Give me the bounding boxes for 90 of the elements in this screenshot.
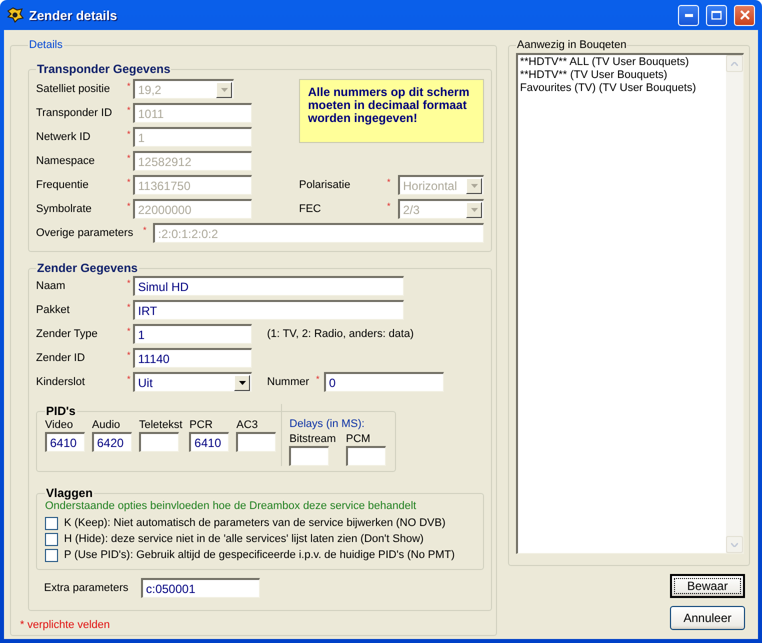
group-title: Transponder Gegevens — [36, 62, 172, 76]
group-title: Vlaggen — [45, 486, 94, 500]
caret-icon — [470, 208, 478, 212]
input-field[interactable]: 6420 — [92, 432, 132, 452]
list-item[interactable]: **HDTV** ALL (TV User Bouquets) — [520, 56, 724, 69]
checkbox-label: H (Hide): deze service niet in de 'alle services' lijst laten zien (Don't Show) — [64, 533, 424, 545]
close-button[interactable] — [734, 4, 755, 26]
field-label: Naam — [36, 279, 66, 293]
required-mark: * — [127, 350, 132, 360]
field-label: Zender ID — [36, 351, 86, 365]
scroll-up-icon — [731, 62, 738, 66]
window-title: Zender details — [29, 8, 118, 22]
field-label: FEC — [299, 202, 322, 216]
maximize-button[interactable] — [706, 4, 727, 26]
field-label: Netwerk ID — [36, 130, 92, 144]
input-field[interactable]: 6410 — [45, 432, 85, 452]
info-note: Alle nummers op dit scherm moeten in decimaal formaat worden ingegeven! — [299, 79, 484, 143]
field-label: Namespace — [36, 154, 96, 168]
hint-text: (1: TV, 2: Radio, anders: data) — [267, 328, 415, 340]
save-button[interactable]: Bewaar — [670, 574, 745, 598]
checkbox-label: P (Use PID's): Gebruik altijd de gespecificeerde i.p.v. de huidige PID's (No PMT) — [64, 549, 455, 561]
field-label: Kinderslot — [36, 375, 86, 389]
required-mark: * — [127, 81, 132, 91]
minimize-icon — [684, 14, 692, 16]
field-label: Bitstream — [289, 432, 336, 446]
checkbox[interactable] — [45, 516, 58, 530]
caret-icon — [220, 88, 228, 92]
scroll-down-icon — [731, 542, 738, 546]
checkbox[interactable] — [45, 548, 58, 562]
field-label: PCM — [346, 432, 372, 446]
app-icon — [6, 7, 24, 23]
required-mark: * — [387, 177, 392, 187]
required-mark: * — [143, 225, 148, 235]
input-field[interactable] — [289, 446, 330, 466]
field-label: AC3 — [236, 418, 259, 432]
required-mark: * — [387, 201, 392, 211]
group-title: Zender Gegevens — [36, 261, 139, 275]
list-item[interactable]: **HDTV** (TV User Bouquets) — [520, 69, 724, 82]
required-mark: * — [127, 153, 132, 163]
info-text: Onderstaande opties beinvloeden hoe de Dreambox deze service behandelt — [45, 500, 418, 512]
field-label: Transponder ID — [36, 106, 114, 120]
field-label: Polarisatie — [299, 178, 352, 192]
caret-icon — [470, 184, 478, 188]
field-label: Satelliet positie — [36, 82, 111, 96]
field-label: Zender Type — [36, 327, 99, 341]
input-field[interactable]: IRT — [133, 300, 404, 320]
list-item[interactable]: Favourites (TV) (TV User Bouquets) — [520, 82, 724, 95]
scrollbar[interactable] — [726, 55, 743, 553]
field-label: Extra parameters — [44, 581, 130, 595]
required-mark: * — [127, 326, 132, 336]
required-mark: * — [127, 177, 132, 187]
required-mark: * — [127, 374, 132, 384]
group-title: Aanwezig in Bouqeten — [516, 39, 628, 51]
required-mark: * — [127, 278, 132, 288]
field-label: Overige parameters — [36, 226, 134, 240]
input-field[interactable]: Simul HD — [133, 276, 404, 296]
input-field[interactable]: 1 — [133, 324, 252, 344]
field-label: Audio — [92, 418, 122, 432]
input-field[interactable] — [346, 446, 386, 466]
section-label: Delays (in MS): — [289, 418, 366, 432]
close-icon — [740, 10, 750, 20]
bouquet-list[interactable]: **HDTV** ALL (TV User Bouquets) **HDTV** (TV User Bouquets) Favourites (TV) (TV User Bouquets) — [516, 53, 744, 554]
input-field[interactable]: 6410 — [189, 432, 230, 452]
group-title: PID's — [45, 404, 77, 418]
field-label: Nummer — [267, 375, 310, 389]
input-field[interactable] — [139, 432, 179, 452]
field-label: PCR — [189, 418, 214, 432]
cancel-button[interactable]: Annuleer — [670, 606, 745, 630]
dropdown[interactable]: Uit — [133, 372, 252, 392]
maximize-icon — [711, 10, 722, 20]
checkbox-label: K (Keep): Niet automatisch de parameters van de service bijwerken (NO DVB) — [64, 517, 446, 529]
field-label: Symbolrate — [36, 202, 93, 216]
field-label: Pakket — [36, 303, 71, 317]
input-field[interactable] — [236, 432, 276, 452]
input-field[interactable]: 0 — [324, 372, 444, 392]
required-mark: * — [127, 302, 132, 312]
field-label: Frequentie — [36, 178, 90, 192]
minimize-button[interactable] — [678, 4, 699, 26]
input-field[interactable]: 11140 — [133, 348, 252, 368]
required-note: * verplichte velden — [20, 619, 111, 631]
group-title: Details — [28, 39, 64, 51]
field-label: Teletekst — [139, 418, 182, 432]
required-mark: * — [127, 129, 132, 139]
required-mark: * — [127, 201, 132, 211]
input-field[interactable]: c:050001 — [141, 578, 260, 598]
caret-icon — [238, 380, 246, 384]
checkbox[interactable] — [45, 532, 58, 546]
required-mark: * — [127, 105, 132, 115]
required-mark: * — [316, 374, 321, 384]
field-label: Video — [45, 418, 74, 432]
